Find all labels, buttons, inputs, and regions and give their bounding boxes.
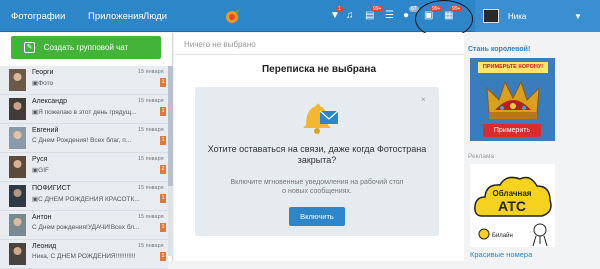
notification-prompt: × Хотите оставаться на связи, даже когда… [195, 87, 439, 236]
avatar [9, 156, 26, 178]
dialog-list-panel: ✎ Создать групповой чат Георги ▣Фото 15 … [0, 33, 173, 269]
avatar [9, 243, 26, 265]
contact-name: Руся [32, 156, 48, 163]
unread-count: 1 [160, 136, 166, 145]
list-item[interactable]: Антон С Днем рождения!УДАЧИ!Всех бл... 1… [0, 211, 168, 240]
user-name[interactable]: Ника [508, 12, 526, 21]
contact-date: 15 января [138, 185, 164, 191]
unread-count: 1 [160, 252, 166, 261]
list-item[interactable]: Евгений С Днем Рождения! Всех благ, п...… [0, 124, 168, 153]
close-icon[interactable]: × [421, 95, 426, 104]
avatar [9, 127, 26, 149]
contact-list: Георги ▣Фото 15 января 1 Александр ▣Я по… [0, 66, 168, 269]
contact-date: 15 января [138, 69, 164, 75]
nav-people[interactable]: Люди [143, 11, 167, 22]
avatar [9, 98, 26, 120]
promo-heading[interactable]: Стань королевой! [468, 46, 530, 53]
unread-count: 1 [160, 194, 166, 203]
group-chat-icon: ✎ [24, 42, 35, 53]
contact-date: 15 января [138, 98, 164, 104]
selected-conversation-label: Ничего не выбрано [184, 40, 256, 49]
nav-apps[interactable]: Приложения [88, 11, 144, 22]
right-sidebar: Стань королевой! ПРИМЕРЬТЕ КОРОНУ! Приме… [465, 33, 600, 261]
unread-count: 1 [160, 107, 166, 116]
create-group-chat-label: Создать групповой чат [43, 43, 129, 52]
contact-last-message: ▣GIF [32, 167, 49, 174]
ad-main-text: АТС [498, 198, 526, 214]
contact-name: Леонид [32, 243, 57, 250]
user-menu[interactable]: Ника ▼ [475, 0, 600, 32]
list-item[interactable]: Александр ▣Я пожелаю в этот день грядущ.… [0, 95, 168, 124]
bell-icon [303, 103, 339, 134]
news-badge: 99+ [371, 6, 384, 12]
promo-banner: ПРИМЕРЬТЕ КОРОНУ! [478, 62, 548, 73]
contact-last-message: С Днем рождения!УДАЧИ!Всех бл... [32, 224, 140, 231]
unread-count: 1 [160, 223, 166, 232]
cloud-ats-ad-image: Облачная АТС Билайн [474, 176, 552, 247]
notification-body: Включите мгновенные уведомления на рабоч… [230, 179, 404, 195]
avatar [9, 185, 26, 207]
list-item[interactable]: ПОФИГИСТ ▣С ДНЕМ РОЖДЕНИЯ КРАСОТК... 15 … [0, 182, 168, 211]
conversation-header: Ничего не выбрано [174, 33, 464, 55]
contact-last-message: ▣Я пожелаю в этот день грядущ... [32, 109, 137, 116]
contact-last-message: ▣С ДНЕМ РОЖДЕНИЯ КРАСОТК... [32, 196, 140, 203]
likes-badge: 1 [336, 6, 343, 12]
contact-name: Александр [32, 98, 68, 105]
nav-photos[interactable]: Фотографии [11, 11, 65, 22]
news-icon[interactable]: ▤ 99+ [365, 6, 384, 21]
ad-brand: Билайн [492, 232, 513, 239]
enable-notifications-button[interactable]: Включить [289, 207, 345, 226]
contact-list-scrollbar[interactable] [168, 66, 173, 256]
conversation-panel: Ничего не выбрано Переписка не выбрана ×… [174, 33, 464, 261]
create-group-chat-button[interactable]: ✎ Создать групповой чат [11, 36, 161, 59]
notification-headline: Хотите оставаться на связи, даже когда Ф… [207, 144, 427, 165]
top-bar: Фотографии Приложения Люди ▼ 1 ♫ ▤ 99+ ☰ ●… [0, 0, 600, 38]
ad-caption[interactable]: Красивые номера [470, 250, 532, 259]
contact-last-message: Ника, С ДНЕМ РОЖДЕНИЯ!!!!!!!!!!! [32, 253, 136, 260]
try-on-button[interactable]: Примерить [483, 124, 541, 137]
contact-last-message: ▣Фото [32, 80, 54, 87]
contact-date: 15 января [138, 214, 164, 220]
unread-count: 1 [160, 78, 166, 87]
games-icon[interactable]: ● 67 [403, 6, 419, 21]
contact-last-message: С Днем Рождения! Всех благ, п... [32, 137, 132, 144]
list-icon[interactable]: ☰ [385, 11, 396, 21]
ad-banner[interactable]: Облачная АТС Билайн [470, 164, 555, 247]
unread-count: 2 [160, 165, 166, 174]
list-item[interactable]: Георги ▣Фото 15 января 1 [0, 66, 168, 95]
crown-promo[interactable]: ПРИМЕРЬТЕ КОРОНУ! Примерить [470, 58, 555, 141]
avatar [9, 69, 26, 91]
music-icon[interactable]: ♫ [346, 11, 357, 21]
contact-name: Антон [32, 214, 52, 221]
crown-icon [486, 80, 540, 119]
contact-date: 15 января [138, 243, 164, 249]
chevron-down-icon[interactable]: ▼ [574, 12, 582, 21]
likes-icon[interactable]: ▼ 1 [330, 6, 343, 21]
avatar [9, 214, 26, 236]
contact-name: Евгений [32, 127, 59, 134]
contact-date: 15 января [138, 127, 164, 133]
contact-name: Георги [32, 69, 54, 76]
page-title: Переписка не выбрана [261, 64, 377, 75]
ads-label: Реклама [468, 153, 495, 160]
logo-icon[interactable] [223, 6, 243, 26]
list-item[interactable]: Руся ▣GIF 15 января 2 [0, 153, 168, 182]
ad-top-text: Облачная [493, 189, 532, 198]
avatar[interactable] [483, 9, 499, 23]
contact-date: 15 января [138, 156, 164, 162]
list-item[interactable]: Леонид Ника, С ДНЕМ РОЖДЕНИЯ!!!!!!!!!!! … [0, 240, 168, 269]
scrollbar-thumb[interactable] [168, 66, 173, 186]
contact-name: ПОФИГИСТ [32, 185, 71, 192]
